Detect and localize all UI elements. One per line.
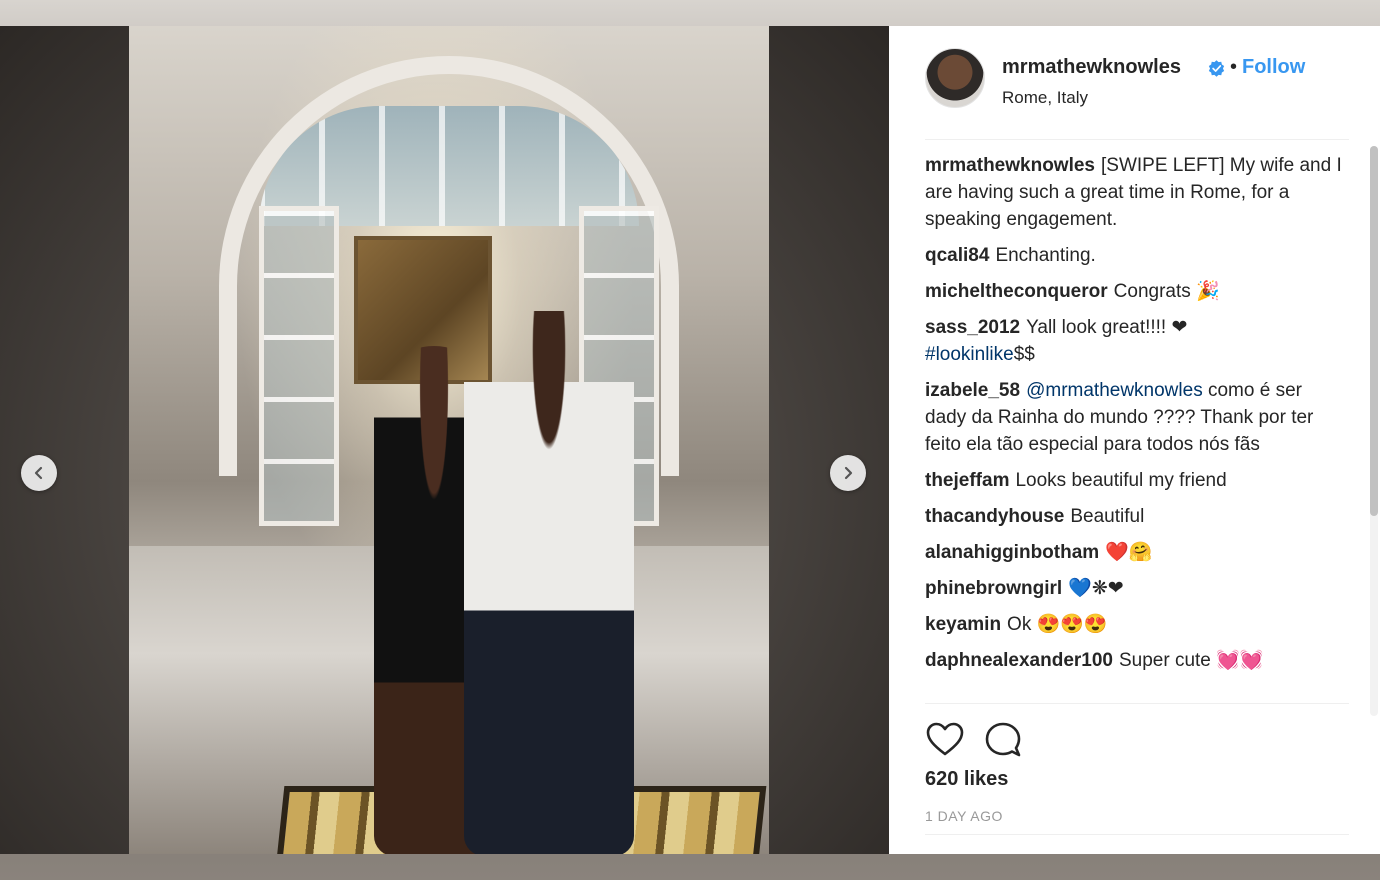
instagram-post: mrmathewknowles • Follow Rome, Italy mrm… xyxy=(0,26,1380,854)
comment-username[interactable]: qcali84 xyxy=(925,245,989,266)
scrollbar-thumb[interactable] xyxy=(1370,146,1378,516)
comment-text: Super cute 💓💓 xyxy=(1118,650,1264,671)
avatar[interactable] xyxy=(925,48,985,108)
list-item: daphnealexander100 Super cute 💓💓 xyxy=(925,647,1345,674)
comment-text: Looks beautiful my friend xyxy=(1015,470,1227,491)
comment-icon[interactable] xyxy=(983,720,1023,760)
comment-username[interactable]: keyamin xyxy=(925,614,1001,635)
comment-text: Ok 😍😍😍 xyxy=(1007,614,1108,635)
list-item: izabele_58 @mrmathewknowles como é ser da… xyxy=(925,377,1345,458)
divider xyxy=(925,834,1349,835)
comments-scrollbar[interactable] xyxy=(1370,146,1378,716)
comment-username[interactable]: phinebrowngirl xyxy=(925,578,1062,599)
list-item: phinebrowngirl 💙❋❤ xyxy=(925,575,1345,602)
photo-door-left xyxy=(259,206,339,526)
mention-link[interactable]: @mrmathewknowles xyxy=(1026,380,1203,401)
list-item: thejeffam Looks beautiful my friend xyxy=(925,467,1345,494)
comment-text-suffix: $$ xyxy=(1013,344,1035,365)
comment-username[interactable]: daphnealexander100 xyxy=(925,650,1113,671)
comment-username[interactable]: micheltheconqueror xyxy=(925,281,1108,302)
comment-text: ❤️🤗 xyxy=(1105,542,1153,563)
comment-username[interactable]: sass_2012 xyxy=(925,317,1020,338)
post-timestamp[interactable]: 1 DAY AGO xyxy=(925,808,1003,824)
next-photo-button[interactable] xyxy=(830,455,866,491)
follow-button[interactable]: Follow xyxy=(1242,56,1305,79)
list-item: keyamin Ok 😍😍😍 xyxy=(925,611,1345,638)
list-item: alanahigginbotham ❤️🤗 xyxy=(925,539,1345,566)
media-area xyxy=(0,26,889,854)
comment-text: Congrats 🎉 xyxy=(1113,281,1220,302)
comment-text: Yall look great!!!! ❤ xyxy=(1026,317,1188,338)
caption-username[interactable]: mrmathewknowles xyxy=(925,155,1095,176)
post-actions: 620 likes 1 DAY AGO xyxy=(925,703,1349,833)
list-item: micheltheconqueror Congrats 🎉 xyxy=(925,278,1345,305)
likes-count[interactable]: 620 likes xyxy=(925,768,1008,791)
header-separator: • xyxy=(1230,56,1238,78)
comment-username[interactable]: thejeffam xyxy=(925,470,1009,491)
previous-photo-button[interactable] xyxy=(21,455,57,491)
chevron-right-icon xyxy=(844,466,853,480)
heart-icon[interactable] xyxy=(925,720,965,760)
list-item: sass_2012 Yall look great!!!! ❤ #lookinlik… xyxy=(925,314,1345,368)
comment-username[interactable]: alanahigginbotham xyxy=(925,542,1099,563)
chevron-left-icon xyxy=(34,466,43,480)
post-photo[interactable] xyxy=(129,26,769,854)
comment-text: Beautiful xyxy=(1070,506,1145,527)
location-link[interactable]: Rome, Italy xyxy=(1002,88,1088,108)
comment-text: 💙❋❤ xyxy=(1068,578,1124,599)
caption: mrmathewknowles [SWIPE LEFT] My wife and … xyxy=(925,152,1345,233)
comment-text: Enchanting. xyxy=(995,245,1096,266)
photo-man xyxy=(464,311,634,854)
verified-badge-icon xyxy=(1208,60,1225,77)
header-username[interactable]: mrmathewknowles xyxy=(1002,56,1181,79)
list-item: thacandyhouse Beautiful xyxy=(925,503,1345,530)
hashtag-link[interactable]: #lookinlike xyxy=(925,344,1014,365)
post-sidebar: mrmathewknowles • Follow Rome, Italy mrm… xyxy=(889,26,1380,854)
list-item: qcali84 Enchanting. xyxy=(925,242,1345,269)
comments-list[interactable]: mrmathewknowles [SWIPE LEFT] My wife and … xyxy=(925,152,1345,703)
post-header: mrmathewknowles • Follow Rome, Italy xyxy=(925,48,1349,140)
comment-username[interactable]: izabele_58 xyxy=(925,380,1020,401)
comment-username[interactable]: thacandyhouse xyxy=(925,506,1064,527)
